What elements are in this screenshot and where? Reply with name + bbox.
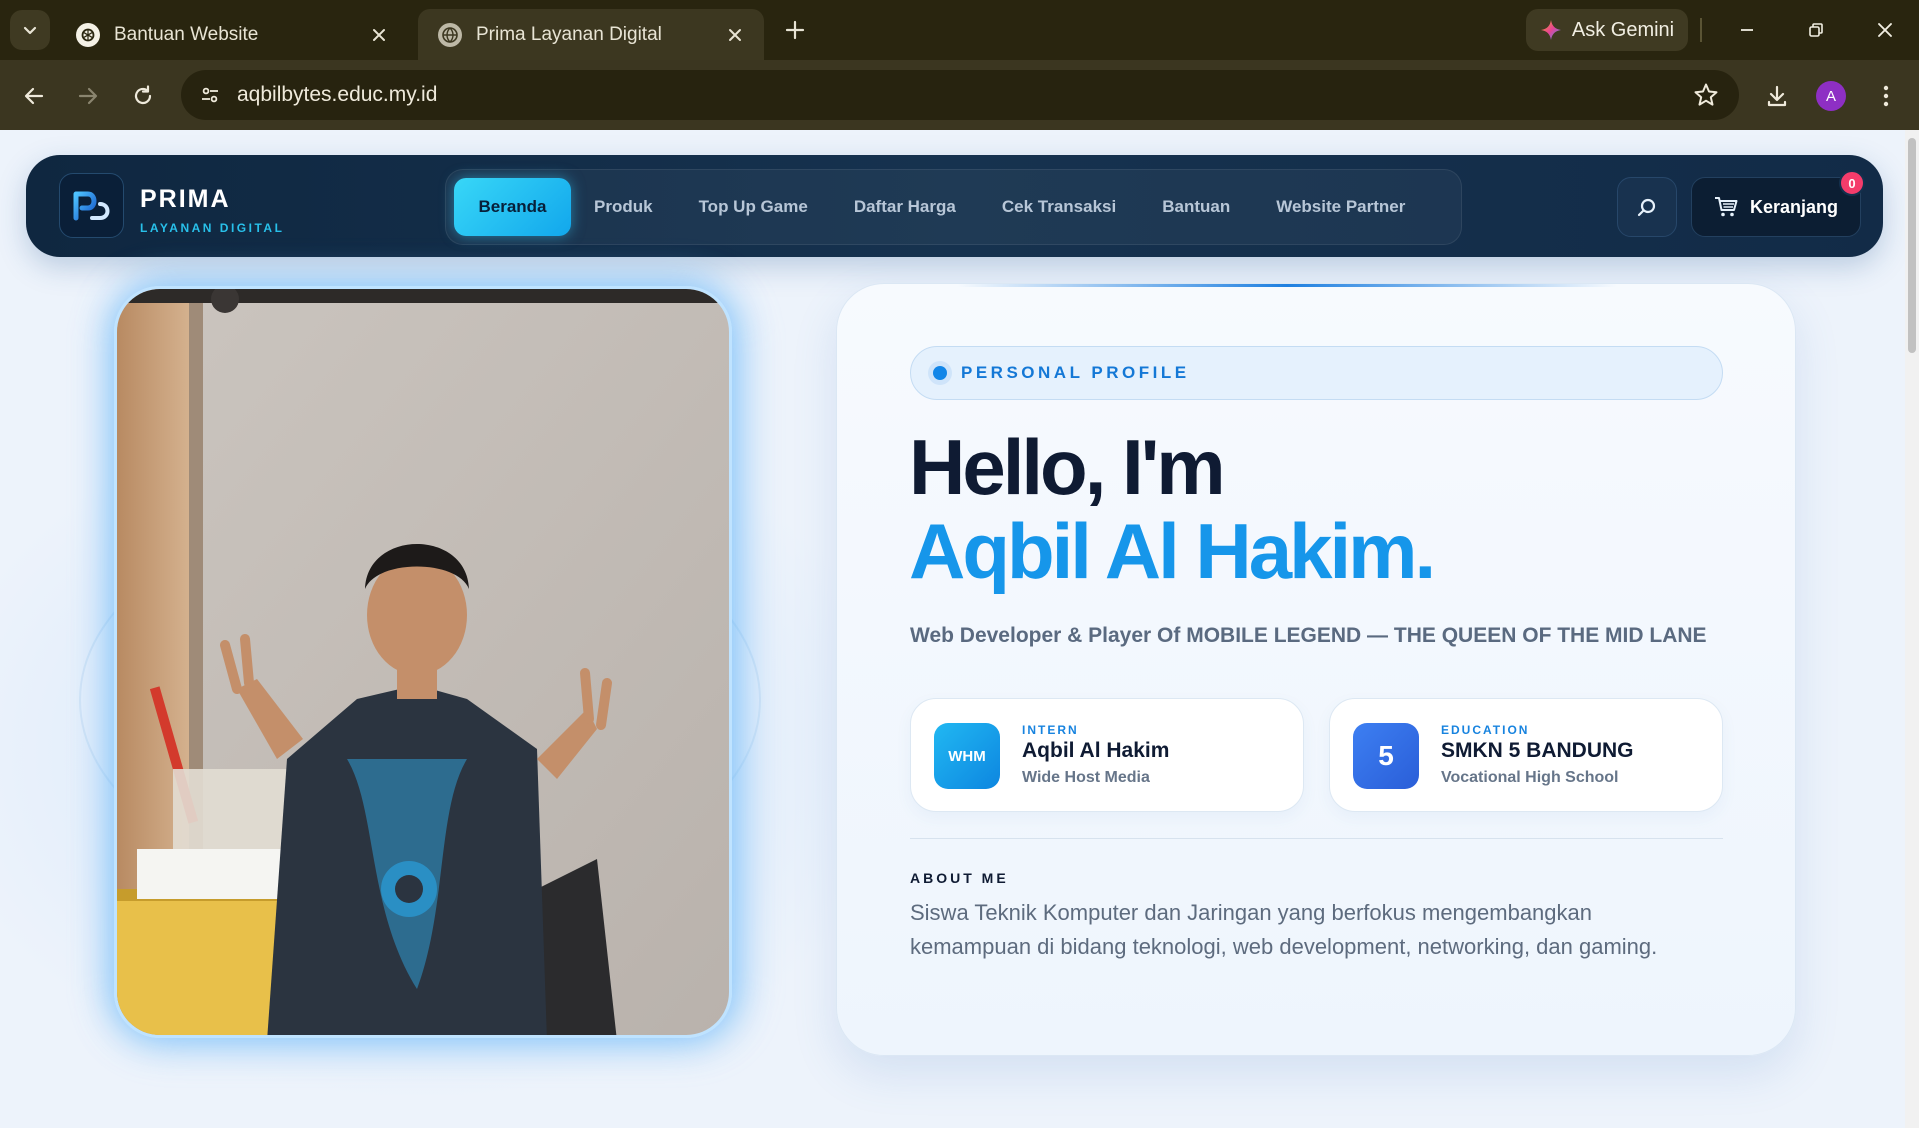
brand-tagline: LAYANAN DIGITAL (140, 221, 285, 235)
intern-info-card: WHM INTERN Aqbil Al Hakim Wide Host Medi… (910, 698, 1304, 812)
address-bar[interactable]: aqbilbytes.educ.my.id (181, 70, 1739, 120)
profile-name-heading: Aqbil Al Hakim. (909, 507, 1436, 595)
nav-item-top-up-game[interactable]: Top Up Game (676, 178, 831, 236)
profile-role: Web Developer & Player Of MOBILE LEGEND … (910, 624, 1707, 647)
cart-label: Keranjang (1749, 196, 1839, 217)
badge-label: PERSONAL PROFILE (961, 363, 1190, 382)
info-subtitle: Vocational High School (1441, 769, 1619, 786)
browser-tab-strip: Bantuan Website Prima Layanan Digital As… (0, 0, 1919, 60)
new-tab-button[interactable] (779, 14, 811, 46)
toolbar-separator (1700, 18, 1702, 42)
bookmark-star-icon[interactable] (1693, 82, 1719, 108)
search-icon (1637, 198, 1656, 217)
chevron-down-icon (23, 26, 37, 35)
minimize-icon (1741, 29, 1753, 31)
more-vert-icon (1883, 85, 1889, 107)
profile-card: PERSONAL PROFILE Hello, I'm Aqbil Al Hak… (836, 283, 1796, 1056)
greeting-heading: Hello, I'm (909, 423, 1226, 511)
info-title: Aqbil Al Hakim (1022, 739, 1170, 762)
about-me-heading: ABOUT ME (910, 870, 1009, 886)
browser-toolbar: aqbilbytes.educ.my.id A (0, 60, 1919, 130)
plus-icon (785, 20, 805, 40)
info-kicker: INTERN (1022, 723, 1079, 737)
main-menu: Beranda Produk Top Up Game Daftar Harga … (445, 169, 1462, 245)
web-page: PRIMA LAYANAN DIGITAL Beranda Produk Top… (0, 130, 1919, 1128)
profile-photo-illustration (117, 289, 729, 1035)
cart-button[interactable]: Keranjang (1691, 177, 1861, 237)
profile-avatar[interactable]: A (1816, 81, 1846, 111)
personal-profile-badge: PERSONAL PROFILE (910, 346, 1723, 400)
education-info-card: 5 EDUCATION SMKN 5 BANDUNG Vocational Hi… (1329, 698, 1723, 812)
profile-photo (114, 286, 732, 1038)
chatgpt-icon (76, 22, 100, 47)
restore-button[interactable] (1793, 10, 1839, 50)
gemini-sparkle-icon (1540, 20, 1561, 40)
scrollbar-thumb[interactable] (1908, 138, 1916, 353)
reload-icon (134, 85, 152, 105)
downloads-button[interactable] (1759, 78, 1795, 114)
site-search-button[interactable] (1617, 177, 1677, 237)
browser-tab-prima-active[interactable]: Prima Layanan Digital (418, 9, 764, 60)
url-text[interactable]: aqbilbytes.educ.my.id (237, 83, 437, 107)
close-icon (1878, 23, 1892, 37)
minimize-button[interactable] (1724, 10, 1770, 50)
download-icon (1767, 85, 1787, 107)
tab-title: Bantuan Website (114, 23, 259, 45)
arrow-right-icon (78, 87, 98, 105)
logo-mark-icon (73, 191, 109, 220)
nav-item-produk[interactable]: Produk (571, 178, 676, 236)
site-logo[interactable] (59, 173, 124, 238)
close-tab-icon[interactable] (722, 22, 748, 48)
ask-gemini-button[interactable]: Ask Gemini (1526, 9, 1688, 51)
cart-count-badge: 0 (1839, 170, 1865, 196)
back-button[interactable] (16, 78, 52, 114)
info-title: SMKN 5 BANDUNG (1441, 739, 1634, 762)
status-dot-icon (933, 366, 947, 380)
nav-item-bantuan[interactable]: Bantuan (1139, 178, 1253, 236)
ask-gemini-label: Ask Gemini (1571, 18, 1675, 41)
brand-name[interactable]: PRIMA (140, 185, 231, 214)
tab-search-menu-button[interactable] (10, 10, 50, 50)
school-badge-icon: 5 (1353, 723, 1419, 789)
browser-menu-button[interactable] (1868, 78, 1904, 114)
site-navbar: PRIMA LAYANAN DIGITAL Beranda Produk Top… (26, 155, 1883, 257)
globe-icon (438, 22, 462, 47)
close-window-button[interactable] (1862, 10, 1908, 50)
page-scrollbar[interactable] (1905, 130, 1919, 1128)
nav-item-beranda[interactable]: Beranda (454, 178, 571, 236)
card-accent-line (957, 284, 1617, 287)
cart-icon (1714, 197, 1738, 217)
nav-item-daftar-harga[interactable]: Daftar Harga (831, 178, 979, 236)
info-subtitle: Wide Host Media (1022, 769, 1150, 786)
company-logo-icon: WHM (934, 723, 1000, 789)
nav-item-cek-transaksi[interactable]: Cek Transaksi (979, 178, 1139, 236)
about-me-text: Siswa Teknik Komputer dan Jaringan yang … (910, 900, 1658, 959)
tune-icon (202, 87, 218, 103)
close-tab-icon[interactable] (366, 22, 392, 48)
arrow-left-icon (24, 87, 44, 105)
restore-icon (1809, 23, 1823, 37)
info-kicker: EDUCATION (1441, 723, 1530, 737)
nav-item-website-partner[interactable]: Website Partner (1253, 178, 1428, 236)
browser-tab-bantuan[interactable]: Bantuan Website (56, 9, 408, 60)
site-info-button[interactable] (193, 78, 227, 112)
section-divider (910, 838, 1723, 839)
reload-button[interactable] (125, 78, 161, 114)
forward-button[interactable] (70, 78, 106, 114)
tab-title: Prima Layanan Digital (476, 23, 662, 45)
